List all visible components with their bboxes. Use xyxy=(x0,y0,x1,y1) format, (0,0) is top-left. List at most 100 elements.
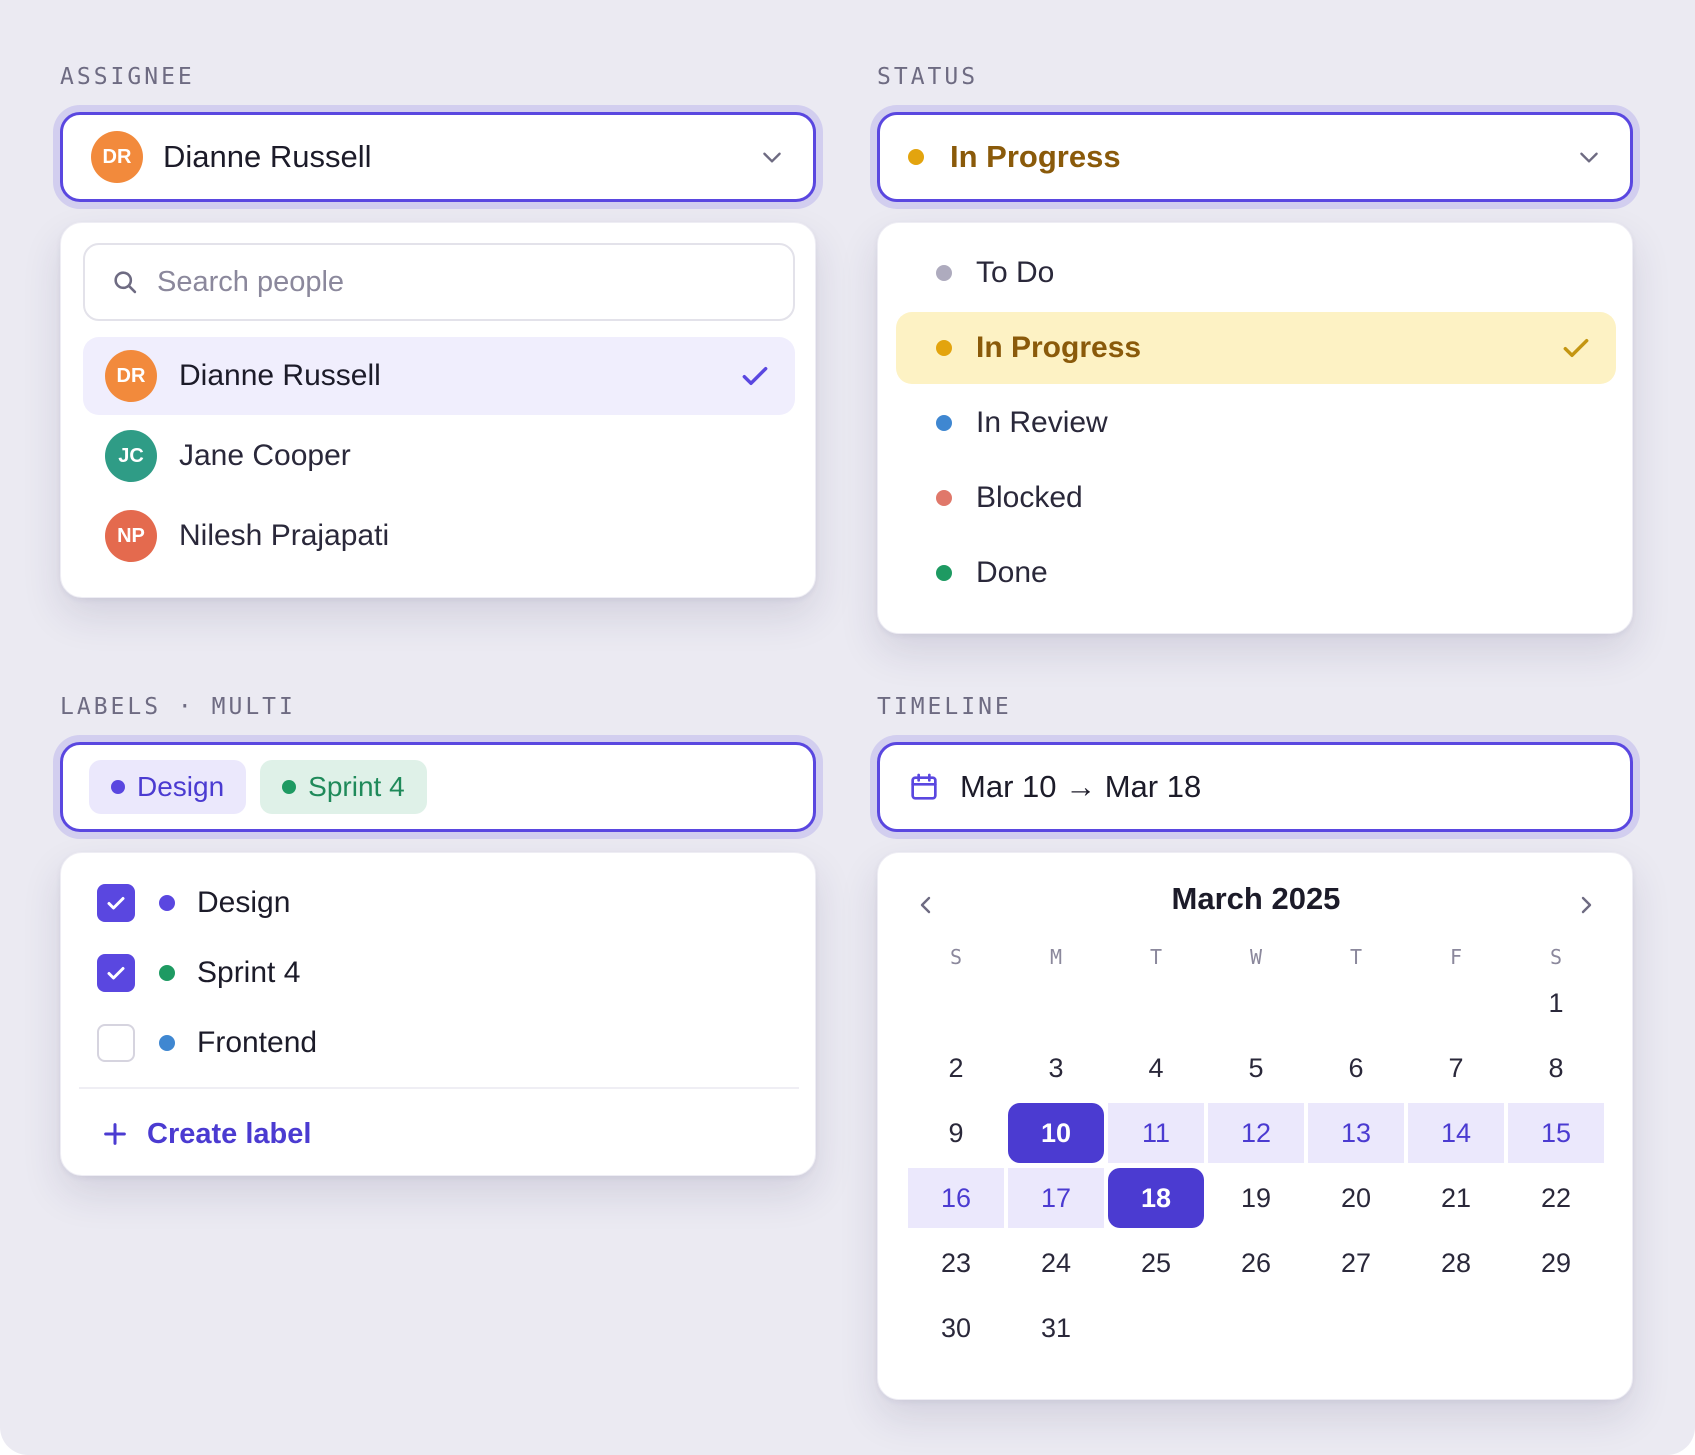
calendar-day[interactable]: 12 xyxy=(1208,1103,1304,1163)
calendar-day[interactable]: 18 xyxy=(1108,1168,1204,1228)
check-icon xyxy=(1563,338,1589,358)
labels-dropdown: Design Sprint 4 Frontend Create label xyxy=(60,852,816,1176)
calendar-popover: March 2025 SMTWTFS 1 2 3 4 5 6 7 8 9 10 11 12 13 14 15… xyxy=(877,852,1633,1400)
status-option-label: To Do xyxy=(976,256,1055,289)
calendar-day[interactable]: 25 xyxy=(1108,1233,1204,1293)
label-dot xyxy=(111,780,125,794)
calendar-day[interactable]: 27 xyxy=(1308,1233,1404,1293)
avatar: NP xyxy=(105,510,157,562)
person-option-nilesh-prajapati[interactable]: NP Nilesh Prajapati xyxy=(83,497,795,575)
checkbox-checked[interactable] xyxy=(97,884,135,922)
calendar-day[interactable]: 14 xyxy=(1408,1103,1504,1163)
calendar-day[interactable]: 20 xyxy=(1308,1168,1404,1228)
status-dot xyxy=(936,265,952,281)
weekday-label: S xyxy=(1549,945,1563,969)
calendar-day[interactable]: 16 xyxy=(908,1168,1004,1228)
label-option-name: Sprint 4 xyxy=(197,956,301,989)
label-option-sprint-4[interactable]: Sprint 4 xyxy=(97,943,777,1003)
calendar-day[interactable]: 13 xyxy=(1308,1103,1404,1163)
status-option-to-do[interactable]: To Do xyxy=(896,237,1616,309)
assignee-select[interactable]: DR Dianne Russell xyxy=(60,112,816,202)
label-chip-sprint-4[interactable]: Sprint 4 xyxy=(260,760,427,814)
calendar-day[interactable]: 11 xyxy=(1108,1103,1204,1163)
calendar-day[interactable]: 9 xyxy=(908,1103,1004,1163)
label-chip-design[interactable]: Design xyxy=(89,760,247,814)
calendar-day[interactable]: 4 xyxy=(1108,1038,1204,1098)
timeline-section-label: TIMELINE xyxy=(877,694,1012,720)
status-dropdown: To Do In Progress In Review Blocked Done xyxy=(877,222,1633,634)
labels-multiselect[interactable]: Design Sprint 4 xyxy=(60,742,816,832)
person-name: Nilesh Prajapati xyxy=(179,519,390,552)
weekday-label: M xyxy=(1049,945,1063,969)
weekday-label: S xyxy=(949,945,963,969)
label-dot xyxy=(159,965,175,981)
next-month-button[interactable] xyxy=(1568,887,1604,923)
status-select[interactable]: In Progress xyxy=(877,112,1633,202)
calendar-icon xyxy=(911,773,937,800)
calendar-day[interactable]: 26 xyxy=(1208,1233,1304,1293)
calendar-day[interactable]: 15 xyxy=(1508,1103,1604,1163)
status-option-label: In Progress xyxy=(976,331,1142,364)
calendar-day[interactable]: 22 xyxy=(1508,1168,1604,1228)
chevron-down-icon xyxy=(1580,152,1598,163)
person-option-dianne-russell[interactable]: DR Dianne Russell xyxy=(83,337,795,415)
calendar-day[interactable]: 29 xyxy=(1508,1233,1604,1293)
status-dot xyxy=(936,565,952,581)
label-option-design[interactable]: Design xyxy=(97,873,777,933)
calendar-day[interactable]: 28 xyxy=(1408,1233,1504,1293)
label-option-name: Frontend xyxy=(197,1026,318,1059)
status-option-done[interactable]: Done xyxy=(896,537,1616,609)
calendar-day[interactable]: 2 xyxy=(908,1038,1004,1098)
person-name: Dianne Russell xyxy=(179,359,381,392)
calendar-day[interactable]: 23 xyxy=(908,1233,1004,1293)
date-range-field[interactable]: Mar 10 → Mar 18 xyxy=(877,742,1633,832)
search-input[interactable] xyxy=(157,265,717,299)
assignee-section-label: ASSIGNEE xyxy=(60,64,195,90)
create-label-text: Create label xyxy=(147,1117,312,1150)
assignee-selected-name: Dianne Russell xyxy=(163,139,372,174)
label-option-frontend[interactable]: Frontend xyxy=(97,1013,777,1073)
weekday-label: F xyxy=(1449,945,1463,969)
status-option-in-review[interactable]: In Review xyxy=(896,387,1616,459)
checkbox-checked[interactable] xyxy=(97,954,135,992)
person-name: Jane Cooper xyxy=(179,439,351,472)
search-icon xyxy=(114,271,137,294)
status-dot xyxy=(908,149,924,165)
checkbox-unchecked[interactable] xyxy=(97,1024,135,1062)
date-range-text: Mar 10 → Mar 18 xyxy=(960,769,1202,804)
calendar-day[interactable]: 24 xyxy=(1008,1233,1104,1293)
weekday-label: T xyxy=(1149,945,1163,969)
calendar-day[interactable]: 10 xyxy=(1008,1103,1104,1163)
labels-section-label: LABELS · MULTI xyxy=(60,694,296,720)
weekday-label: T xyxy=(1349,945,1363,969)
check-icon xyxy=(107,897,125,910)
search-people-field[interactable] xyxy=(83,243,795,321)
calendar-day[interactable]: 17 xyxy=(1008,1168,1104,1228)
calendar-day[interactable]: 6 xyxy=(1308,1038,1404,1098)
status-option-in-progress[interactable]: In Progress xyxy=(896,312,1616,384)
calendar-day[interactable]: 3 xyxy=(1008,1038,1104,1098)
chevron-down-icon xyxy=(763,152,781,163)
calendar-day[interactable]: 19 xyxy=(1208,1168,1304,1228)
status-section-label: STATUS xyxy=(877,64,979,90)
calendar-day[interactable]: 5 xyxy=(1208,1038,1304,1098)
calendar-day[interactable]: 8 xyxy=(1508,1038,1604,1098)
calendar-day[interactable]: 7 xyxy=(1408,1038,1504,1098)
calendar-day[interactable]: 21 xyxy=(1408,1168,1504,1228)
assignee-dropdown: DR Dianne Russell JC Jane Cooper NP Nile… xyxy=(60,222,816,598)
avatar: DR xyxy=(91,131,143,183)
status-dot xyxy=(936,490,952,506)
label-chip-text: Design xyxy=(137,771,225,802)
status-option-label: In Review xyxy=(976,406,1108,439)
calendar-day[interactable]: 31 xyxy=(1008,1298,1104,1358)
labels-section: LABELS · MULTI Design Sprint 4 Design Sp… xyxy=(60,692,816,1176)
calendar-day[interactable]: 30 xyxy=(908,1298,1004,1358)
person-option-jane-cooper[interactable]: JC Jane Cooper xyxy=(83,417,795,495)
status-selected-label: In Progress xyxy=(950,139,1121,174)
status-option-blocked[interactable]: Blocked xyxy=(896,462,1616,534)
status-section: STATUS In Progress To Do In Progress In … xyxy=(877,62,1633,634)
label-dot xyxy=(159,895,175,911)
calendar-day[interactable]: 1 xyxy=(1508,973,1604,1033)
create-label-button[interactable]: Create label xyxy=(101,1109,311,1159)
avatar: JC xyxy=(105,430,157,482)
